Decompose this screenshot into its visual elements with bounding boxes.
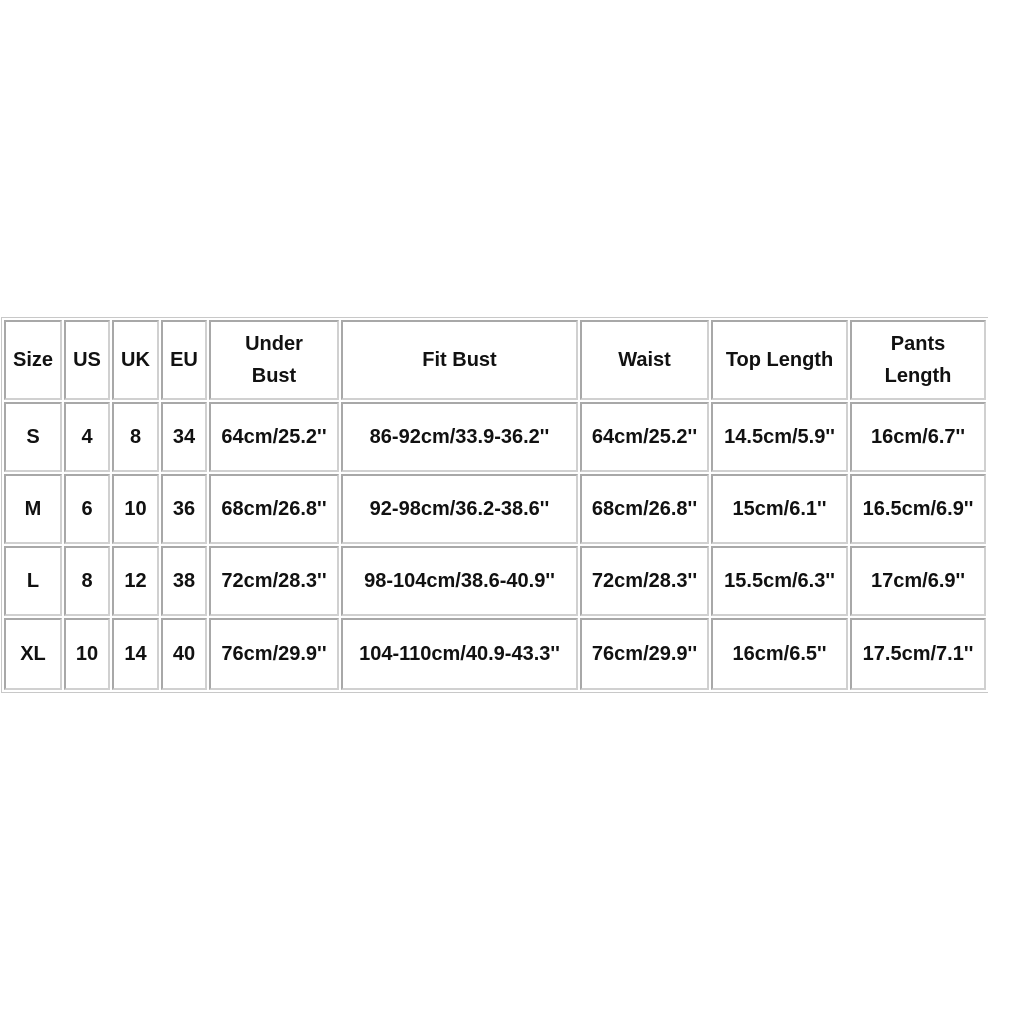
cell-pants-length: 17.5cm/7.1'' <box>850 618 986 690</box>
cell-waist: 68cm/26.8'' <box>580 474 709 544</box>
cell-pants-length: 17cm/6.9'' <box>850 546 986 616</box>
cell-fit-bust: 92-98cm/36.2-38.6'' <box>341 474 578 544</box>
cell-us: 4 <box>64 402 110 472</box>
cell-pants-length: 16.5cm/6.9'' <box>850 474 986 544</box>
cell-uk: 12 <box>112 546 159 616</box>
header-uk: UK <box>112 320 159 400</box>
header-size: Size <box>4 320 62 400</box>
size-chart-table: Size US UK EU Under Bust Fit Bust Waist Top Leng… <box>1 317 988 693</box>
cell-eu: 36 <box>161 474 207 544</box>
table-row: XL 10 14 40 76cm/29.9'' 104-110cm/40.9-43.3''… <box>4 618 986 690</box>
cell-size: M <box>4 474 62 544</box>
header-pants-length: Pants Length <box>850 320 986 400</box>
table-row: S 4 8 34 64cm/25.2'' 86-92cm/33.9-36.2'' 64cm/… <box>4 402 986 472</box>
header-fit-bust: Fit Bust <box>341 320 578 400</box>
header-waist: Waist <box>580 320 709 400</box>
cell-waist: 76cm/29.9'' <box>580 618 709 690</box>
cell-size: L <box>4 546 62 616</box>
header-under-bust: Under Bust <box>209 320 339 400</box>
cell-waist: 72cm/28.3'' <box>580 546 709 616</box>
table-row: L 8 12 38 72cm/28.3'' 98-104cm/38.6-40.9'' 72c… <box>4 546 986 616</box>
cell-us: 8 <box>64 546 110 616</box>
cell-pants-length: 16cm/6.7'' <box>850 402 986 472</box>
cell-waist: 64cm/25.2'' <box>580 402 709 472</box>
cell-top-length: 14.5cm/5.9'' <box>711 402 848 472</box>
header-top-length: Top Length <box>711 320 848 400</box>
cell-us: 10 <box>64 618 110 690</box>
cell-fit-bust: 98-104cm/38.6-40.9'' <box>341 546 578 616</box>
cell-under-bust: 68cm/26.8'' <box>209 474 339 544</box>
cell-uk: 14 <box>112 618 159 690</box>
header-eu: EU <box>161 320 207 400</box>
cell-eu: 38 <box>161 546 207 616</box>
cell-fit-bust: 104-110cm/40.9-43.3'' <box>341 618 578 690</box>
cell-under-bust: 64cm/25.2'' <box>209 402 339 472</box>
cell-under-bust: 72cm/28.3'' <box>209 546 339 616</box>
cell-under-bust: 76cm/29.9'' <box>209 618 339 690</box>
cell-top-length: 16cm/6.5'' <box>711 618 848 690</box>
cell-top-length: 15cm/6.1'' <box>711 474 848 544</box>
header-row: Size US UK EU Under Bust Fit Bust Waist Top Leng… <box>4 320 986 400</box>
cell-top-length: 15.5cm/6.3'' <box>711 546 848 616</box>
header-us: US <box>64 320 110 400</box>
cell-eu: 34 <box>161 402 207 472</box>
table-row: M 6 10 36 68cm/26.8'' 92-98cm/36.2-38.6'' 68cm… <box>4 474 986 544</box>
cell-size: XL <box>4 618 62 690</box>
cell-uk: 10 <box>112 474 159 544</box>
cell-fit-bust: 86-92cm/33.9-36.2'' <box>341 402 578 472</box>
cell-uk: 8 <box>112 402 159 472</box>
cell-size: S <box>4 402 62 472</box>
cell-us: 6 <box>64 474 110 544</box>
cell-eu: 40 <box>161 618 207 690</box>
